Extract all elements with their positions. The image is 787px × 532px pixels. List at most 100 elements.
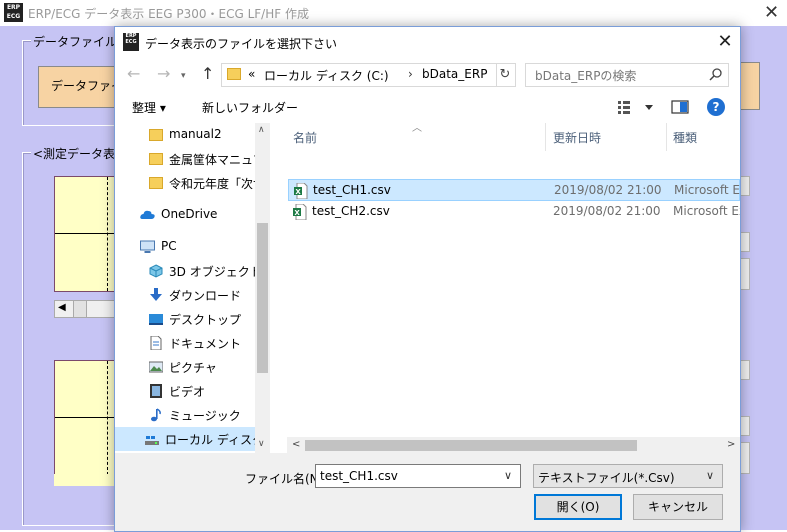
app-logo-icon: ERP ECG [4,3,23,22]
excel-csv-file-icon: X [293,204,307,220]
nav-item-documents[interactable]: ドキュメント [115,331,258,355]
file-open-dialog: ERP ECG データ表示のファイルを選択下さい ✕ ← → ▾ ↑ « ローカル… [114,26,741,532]
column-header-modified[interactable]: 更新日時 [553,129,601,146]
column-header-name[interactable]: 名前 [293,129,317,146]
scroll-left-icon[interactable]: ◀ [58,302,66,313]
file-type: Microsoft Ex [673,204,741,218]
dialog-close-icon[interactable]: ✕ [713,30,737,54]
scroll-up-icon[interactable]: ∧ [258,125,265,135]
chart-panel-footer [54,474,116,486]
svg-text:X: X [295,188,301,196]
view-options-icon[interactable] [617,99,657,115]
nav-item-label: PC [161,239,177,253]
navigation-pane: manual2 金属筐体マニュアル 令和元年度「次世 OneDrive PC 3… [115,123,270,453]
nav-item-label: 令和元年度「次世 [169,177,266,191]
scroll-right-icon[interactable]: > [727,439,735,450]
nav-item-manual2[interactable]: manual2 [115,123,258,147]
cloud-icon [140,210,155,219]
dialog-footer: ファイル名(N): test_CH1.csv ∨ テキストファイル(*.Csv)… [115,453,740,531]
file-list-horizontal-scrollbar[interactable]: < > [287,437,740,454]
file-row[interactable]: X test_CH2.csv 2019/08/02 21:00 Microsof… [288,201,740,223]
breadcrumb-drive[interactable]: ローカル ディスク (C:) [264,67,389,84]
refresh-icon[interactable]: ↻ [495,63,516,87]
sort-ascending-icon: ︿ [412,123,422,134]
column-header-type[interactable]: 種類 [673,129,697,146]
orange-panel-right[interactable] [740,62,760,110]
nav-item-label: OneDrive [161,207,218,221]
file-list: ︿ 名前 更新日時 種類 X test_CH1.csv 2019/08/02 2… [287,123,740,453]
cube-icon [149,264,163,278]
drive-icon [145,436,159,445]
address-folder-icon [227,68,241,80]
nav-item-onedrive[interactable]: OneDrive [115,203,258,227]
folder-icon [149,153,163,165]
app-close-icon[interactable]: ✕ [764,2,779,23]
command-toolbar: 整理 ▾ 新しいフォルダー ? [115,91,740,123]
column-divider[interactable] [545,123,546,151]
nav-item-label: 3D オブジェクト [169,265,262,279]
chevron-down-icon[interactable]: ∨ [504,469,512,482]
app-title: ERP/ECG データ表示 EEG P300・ECG LF/HF 作成 [28,7,309,21]
filetype-select[interactable]: テキストファイル(*.Csv) ∨ [533,464,723,488]
breadcrumb-folder[interactable]: bData_ERP [422,67,487,81]
navigation-scroll-thumb[interactable] [257,223,268,373]
recent-dropdown-icon[interactable]: ▾ [181,68,186,84]
search-icon[interactable] [707,66,725,84]
nav-item-label: ミュージック [169,409,241,423]
navigation-pane-scrollbar[interactable]: ∧ ∨ [255,123,270,453]
file-row[interactable]: X test_CH1.csv 2019/08/02 21:00 Microsof… [288,179,740,201]
open-button[interactable]: 開く(O) [534,494,622,520]
svg-text:X: X [294,209,300,217]
file-modified: 2019/08/02 21:00 [553,204,661,218]
nav-item-videos[interactable]: ビデオ [115,379,258,403]
new-folder-button[interactable]: 新しいフォルダー [202,99,298,116]
download-icon [150,288,162,301]
help-icon[interactable]: ? [707,98,725,116]
nav-item-metal-manual[interactable]: 金属筐体マニュアル [115,147,270,171]
forward-arrow-icon[interactable]: → [157,66,170,82]
preview-pane-icon[interactable] [671,99,689,115]
nav-item-desktop[interactable]: デスクトップ [115,307,258,331]
breadcrumb-prefix[interactable]: « [248,67,255,81]
dialog-title: データ表示のファイルを選択下さい [145,37,338,51]
navigation-bar: ← → ▾ ↑ « ローカル ディスク (C:) › bData_ERP ∨ ↻… [115,57,740,91]
scroll-left-icon[interactable]: < [292,439,300,450]
picture-icon [149,361,163,373]
up-arrow-icon[interactable]: ↑ [201,66,214,82]
scroll-thumb[interactable] [73,301,87,317]
nav-item-local-disk[interactable]: ローカル ディスク (C [115,427,270,451]
nav-item-label: ビデオ [169,385,206,399]
filename-value: test_CH1.csv [320,469,398,483]
dialog-titlebar: ERP ECG データ表示のファイルを選択下さい ✕ [115,27,740,57]
search-box[interactable]: bData_ERPの検索 [525,63,729,87]
cancel-button[interactable]: キャンセル [633,494,723,520]
address-bar[interactable]: « ローカル ディスク (C:) › bData_ERP ∨ [221,63,590,87]
dialog-app-icon: ERP ECG [123,33,139,51]
horizontal-scroll-thumb[interactable] [305,440,637,451]
nav-item-downloads[interactable]: ダウンロード [115,283,258,307]
chevron-down-icon[interactable]: ∨ [706,469,714,482]
data-file-button[interactable]: データファイル [38,66,126,108]
nav-item-pictures[interactable]: ピクチャ [115,355,258,379]
nav-item-music[interactable]: ミュージック [115,403,258,427]
nav-item-label: ドキュメント [169,337,242,351]
file-modified: 2019/08/02 21:00 [554,183,662,197]
excel-csv-file-icon: X [294,183,308,199]
nav-item-reiwa[interactable]: 令和元年度「次世 [115,171,265,195]
filename-input[interactable]: test_CH1.csv ∨ [315,464,521,488]
video-icon [150,384,162,398]
search-placeholder: bData_ERPの検索 [535,69,637,83]
column-divider[interactable] [666,123,667,151]
filetype-value: テキストファイル(*.Csv) [538,471,675,485]
breadcrumb-separator[interactable]: › [408,67,413,81]
nav-item-3d-objects[interactable]: 3D オブジェクト [115,259,262,283]
app-titlebar: ERP ECG ERP/ECG データ表示 EEG P300・ECG LF/HF… [0,0,787,26]
scroll-down-icon[interactable]: ∨ [258,439,265,449]
chart-panel-scrollbar[interactable]: ◀ [54,300,116,318]
nav-item-pc[interactable]: PC [115,235,258,259]
organize-menu[interactable]: 整理 ▾ [132,99,166,116]
folder-icon [149,177,163,189]
nav-item-label: デスクトップ [169,313,242,327]
back-arrow-icon[interactable]: ← [127,66,140,82]
file-name: test_CH1.csv [313,183,391,197]
